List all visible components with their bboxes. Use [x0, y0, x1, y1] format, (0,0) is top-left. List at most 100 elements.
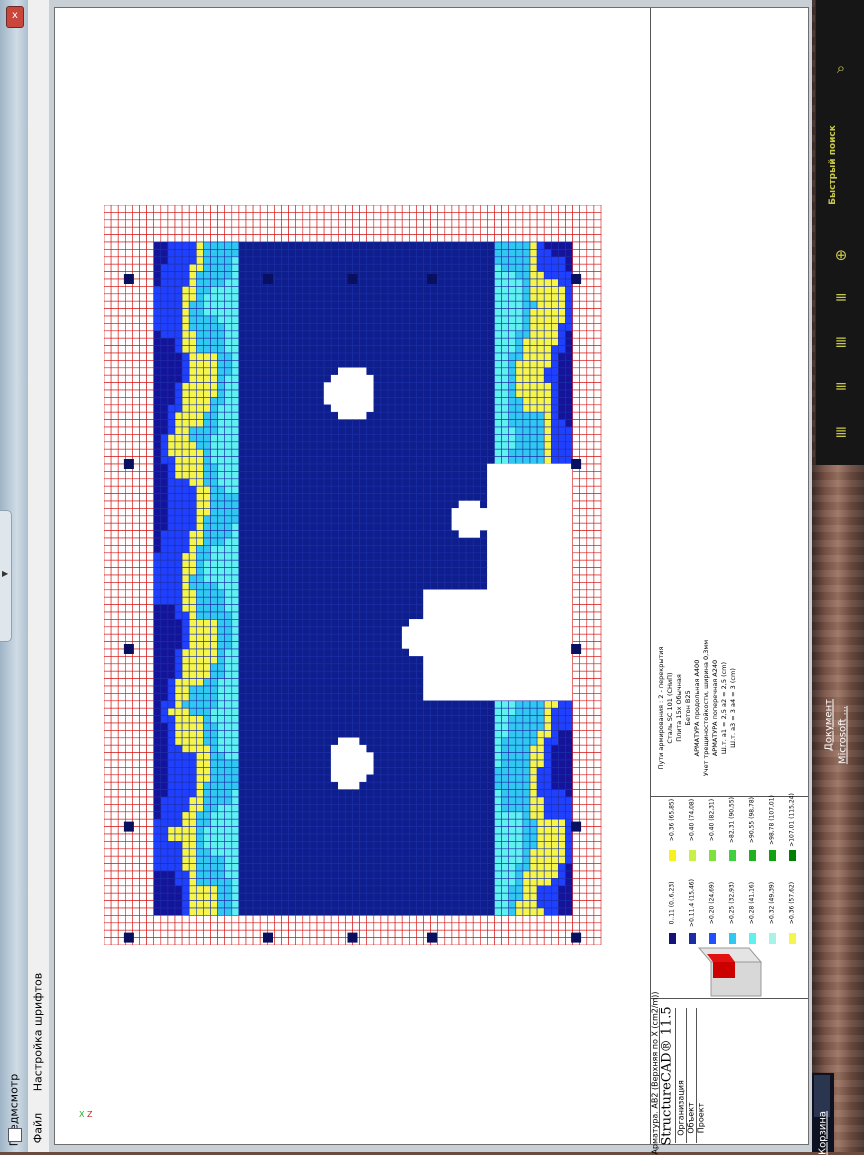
- heatmap-cell: [551, 360, 558, 367]
- side-panel-handle[interactable]: ▶: [0, 510, 12, 642]
- title-bar[interactable]: x Предмсмотр ▶: [0, 0, 29, 1152]
- heatmap-cell: [161, 249, 168, 256]
- heatmap-cell: [558, 582, 565, 589]
- close-button[interactable]: x: [6, 6, 24, 28]
- heatmap-cell: [459, 605, 466, 612]
- heatmap-cell: [374, 649, 381, 656]
- heatmap-cell: [331, 323, 338, 330]
- heatmap-cell: [580, 501, 587, 508]
- heatmap-cell: [260, 679, 267, 686]
- heatmap-cell: [104, 442, 111, 449]
- heatmap-cell: [374, 286, 381, 293]
- heatmap-cell: [530, 272, 537, 279]
- heatmap-cell: [537, 634, 544, 641]
- heatmap-cell: [218, 649, 225, 656]
- heatmap-cell: [324, 227, 331, 234]
- heatmap-cell: [466, 353, 473, 360]
- heatmap-cell: [381, 360, 388, 367]
- heatmap-cell: [154, 693, 161, 700]
- heatmap-cell: [388, 560, 395, 567]
- quick-search-label[interactable]: Быстрый поиск: [828, 125, 838, 205]
- list-remove-icon[interactable]: ≡: [831, 376, 851, 396]
- heatmap-cell: [182, 257, 189, 264]
- heatmap-cell: [345, 368, 352, 375]
- heatmap-cell: [218, 375, 225, 382]
- heatmap-cell: [558, 642, 565, 649]
- heatmap-cell: [232, 553, 239, 560]
- heatmap-cell: [416, 686, 423, 693]
- heatmap-cell: [310, 390, 317, 397]
- heatmap-cell: [125, 486, 132, 493]
- heatmap-cell: [360, 205, 367, 212]
- heatmap-cell: [125, 619, 132, 626]
- heatmap-cell: [289, 434, 296, 441]
- heatmap-cell: [331, 531, 338, 538]
- heatmap-cell: [409, 494, 416, 501]
- search-icon[interactable]: ⌕: [831, 58, 851, 78]
- heatmap-cell: [388, 664, 395, 671]
- heatmap-cell: [345, 523, 352, 530]
- heatmap-cell: [353, 671, 360, 678]
- list-add-icon[interactable]: ≣: [831, 422, 851, 442]
- heatmap-cell: [140, 627, 147, 634]
- heatmap-cell: [566, 264, 573, 271]
- preview-canvas[interactable]: Арматура. АВ2 (Верхняя по X (cm2/m)) Str…: [49, 0, 812, 1152]
- heatmap-cell: [409, 471, 416, 478]
- heatmap-cell: [338, 590, 345, 597]
- heatmap-cell: [324, 294, 331, 301]
- heatmap-cell: [530, 656, 537, 663]
- heatmap-cell: [104, 671, 111, 678]
- heatmap-cell: [147, 205, 154, 212]
- heatmap-cell: [573, 664, 580, 671]
- heatmap-cell: [225, 457, 232, 464]
- heatmap-cell: [274, 286, 281, 293]
- heatmap-cell: [211, 294, 218, 301]
- heatmap-cell: [232, 405, 239, 412]
- heatmap-cell: [416, 368, 423, 375]
- heatmap-cell: [566, 590, 573, 597]
- menu-file[interactable]: Файл: [32, 1113, 45, 1143]
- heatmap-cell: [431, 390, 438, 397]
- heatmap-cell: [424, 716, 431, 723]
- heatmap-cell: [118, 612, 125, 619]
- heatmap-cell: [118, 723, 125, 730]
- heatmap-cell: [161, 205, 168, 212]
- heatmap-cell: [509, 212, 516, 219]
- heatmap-cell: [225, 390, 232, 397]
- list-icon[interactable]: ≡: [831, 287, 851, 307]
- heatmap-cell: [118, 597, 125, 604]
- heatmap-cell: [495, 383, 502, 390]
- list-indent-icon[interactable]: ≣: [831, 332, 851, 352]
- heatmap-cell: [303, 545, 310, 552]
- heatmap-cell: [544, 538, 551, 545]
- heatmap-cell: [374, 346, 381, 353]
- heatmap-cell: [473, 442, 480, 449]
- heatmap-cell: [530, 679, 537, 686]
- heatmap-cell: [196, 605, 203, 612]
- heatmap-cell: [303, 286, 310, 293]
- heatmap-cell: [274, 434, 281, 441]
- zoom-in-icon[interactable]: ⊕: [831, 245, 851, 265]
- heatmap-cell: [516, 227, 523, 234]
- heatmap-cell: [459, 286, 466, 293]
- heatmap-cell: [530, 420, 537, 427]
- legend-swatch: [729, 933, 736, 944]
- heatmap-cell: [303, 568, 310, 575]
- heatmap-cell: [516, 257, 523, 264]
- menu-font-settings[interactable]: Настройка шрифтов: [32, 973, 45, 1091]
- heatmap-cell: [374, 708, 381, 715]
- heatmap-cell: [118, 242, 125, 249]
- heatmap-cell: [580, 612, 587, 619]
- heatmap-cell: [218, 279, 225, 286]
- heatmap-cell: [509, 693, 516, 700]
- heatmap-cell: [573, 249, 580, 256]
- heatmap-cell: [381, 597, 388, 604]
- heatmap-cell: [395, 420, 402, 427]
- heatmap-cell: [431, 679, 438, 686]
- heatmap-cell: [416, 619, 423, 626]
- heatmap-cell: [303, 316, 310, 323]
- heatmap-cell: [381, 301, 388, 308]
- heatmap-cell: [189, 612, 196, 619]
- heatmap-cell: [310, 405, 317, 412]
- heatmap-cell: [502, 279, 509, 286]
